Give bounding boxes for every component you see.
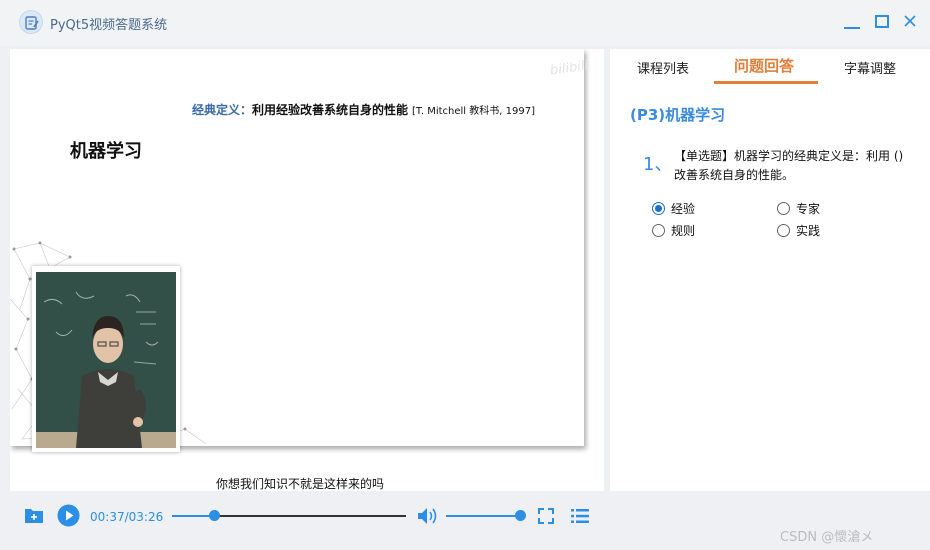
window-title: PyQt5视频答题系统 bbox=[50, 18, 168, 33]
radio-button[interactable] bbox=[652, 202, 665, 215]
slide-definition-label: 经典定义： bbox=[192, 103, 253, 117]
question-number: 1、 bbox=[643, 154, 673, 175]
tab-question-answer[interactable]: 问题回答 bbox=[734, 55, 794, 76]
tab-course-list[interactable]: 课程列表 bbox=[637, 58, 689, 77]
app-logo-icon bbox=[19, 10, 43, 34]
play-button[interactable] bbox=[57, 504, 80, 531]
option-label: 经验 bbox=[671, 202, 696, 216]
slide-definition: 经典定义：利用经验改善系统自身的性能 [T. Mitchell 教科书, 1997… bbox=[192, 101, 535, 118]
option-practice[interactable]: 实践 bbox=[777, 222, 820, 239]
volume-slider[interactable] bbox=[446, 510, 526, 521]
playlist-button[interactable] bbox=[570, 508, 590, 528]
maximize-button[interactable] bbox=[873, 12, 893, 32]
lecturer-picture bbox=[36, 272, 176, 448]
option-label: 实践 bbox=[796, 224, 821, 238]
fullscreen-button[interactable] bbox=[538, 508, 554, 528]
time-display: 00:37/03:26 bbox=[90, 510, 164, 524]
volume-fill bbox=[446, 515, 520, 517]
volume-icon bbox=[418, 508, 437, 524]
progress-handle[interactable] bbox=[209, 510, 221, 521]
playlist-icon bbox=[571, 509, 589, 523]
open-folder-button[interactable] bbox=[24, 506, 44, 528]
slide-title: 机器学习 bbox=[70, 141, 142, 162]
panel-tabs: 课程列表 问题回答 字幕调整 bbox=[610, 49, 930, 87]
open-folder-icon bbox=[25, 509, 43, 523]
radio-button[interactable] bbox=[777, 202, 790, 215]
lecture-slide: bilibili 经典定义：利用经验改善系统自身的性能 [T. Mitchell … bbox=[10, 49, 589, 452]
maximize-icon bbox=[875, 15, 889, 28]
volume-button[interactable] bbox=[416, 506, 438, 530]
question-text: 【单选题】机器学习的经典定义是：利用 () 改善系统自身的性能。 bbox=[674, 149, 904, 182]
course-heading: (P3)机器学习 bbox=[630, 106, 726, 124]
tab-subtitle-adjust[interactable]: 字幕调整 bbox=[844, 58, 896, 77]
radio-button[interactable] bbox=[652, 224, 665, 237]
option-expert[interactable]: 专家 bbox=[777, 200, 820, 217]
fullscreen-icon bbox=[538, 508, 554, 524]
close-button[interactable] bbox=[901, 12, 921, 32]
option-experience[interactable]: 经验 bbox=[652, 200, 695, 217]
volume-handle[interactable] bbox=[515, 510, 526, 521]
video-subtitle: 你想我们知识不就是这样来的吗 bbox=[216, 477, 385, 491]
option-label: 规则 bbox=[671, 224, 696, 238]
slide-definition-text: 利用经验改善系统自身的性能 bbox=[252, 103, 409, 117]
option-label: 专家 bbox=[796, 202, 821, 216]
bilibili-watermark: bilibili bbox=[549, 58, 590, 79]
option-rules[interactable]: 规则 bbox=[652, 222, 695, 239]
slide-definition-ref: [T. Mitchell 教科书, 1997] bbox=[412, 106, 535, 117]
active-tab-indicator bbox=[714, 81, 818, 84]
csdn-watermark: CSDN @懷滄メ bbox=[780, 530, 874, 545]
play-icon bbox=[57, 504, 80, 527]
video-player[interactable]: bilibili 经典定义：利用经验改善系统自身的性能 [T. Mitchell … bbox=[10, 49, 604, 491]
radio-button[interactable] bbox=[777, 224, 790, 237]
player-control-bar: 00:37/03:26 CSDN @懷滄メ bbox=[0, 491, 930, 550]
lecturer-video-inset bbox=[32, 266, 180, 452]
progress-slider[interactable] bbox=[172, 510, 406, 521]
minimize-button[interactable] bbox=[842, 12, 862, 32]
side-panel: 课程列表 问题回答 字幕调整 (P3)机器学习 1、 【单选题】机器学习的经典定… bbox=[610, 49, 930, 491]
close-icon bbox=[904, 15, 916, 27]
progress-fill bbox=[172, 515, 215, 517]
title-bar: PyQt5视频答题系统 bbox=[0, 0, 930, 46]
minimize-icon bbox=[844, 27, 860, 29]
